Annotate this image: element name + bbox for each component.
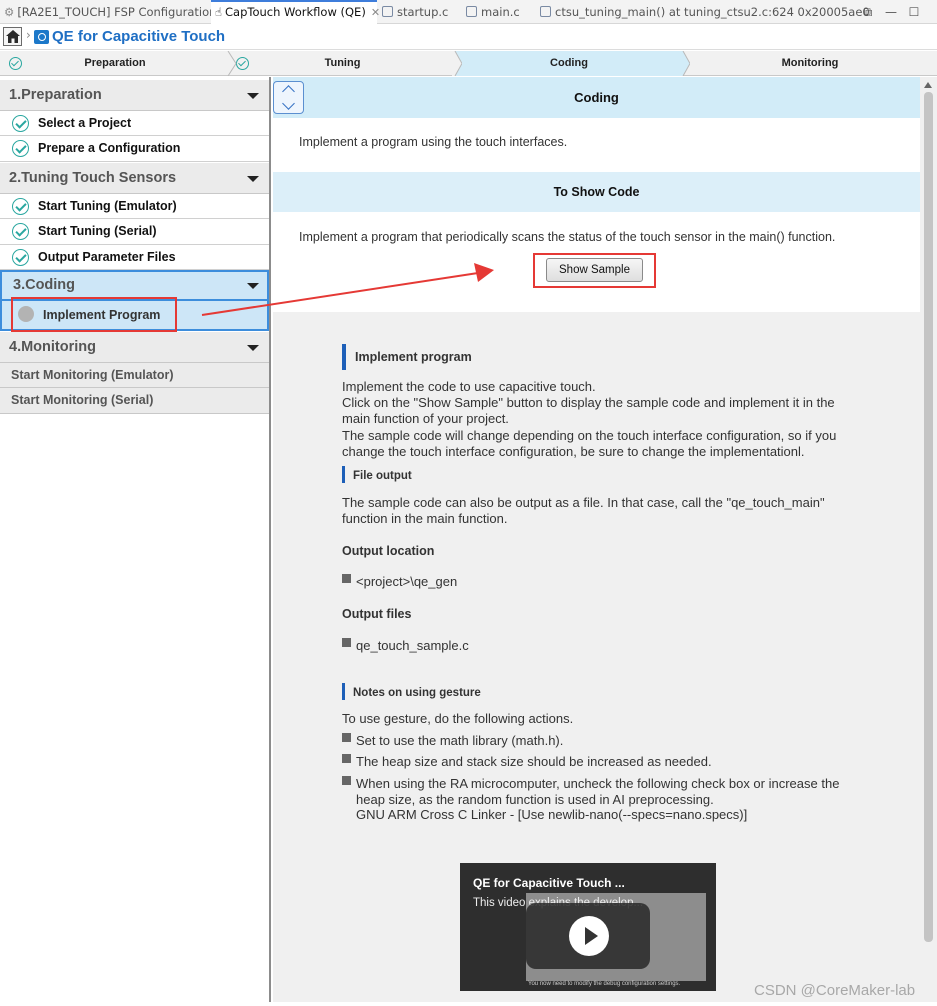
watermark: CSDN @CoreMaker-lab [754, 982, 916, 999]
annotation-arrow [201, 263, 494, 316]
